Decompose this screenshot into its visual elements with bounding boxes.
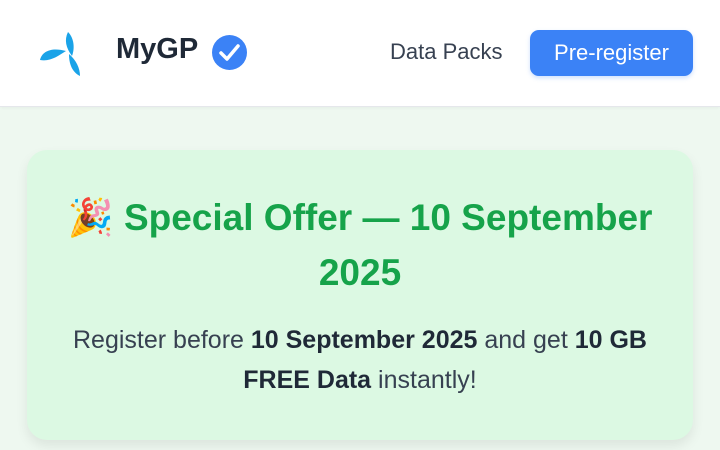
offer-title: 🎉 Special Offer — 10 September 2025	[57, 190, 663, 300]
offer-deadline: 10 September 2025	[250, 326, 478, 354]
offer-description: Register before 10 September 2025 and ge…	[67, 320, 653, 400]
special-offer-card: 🎉 Special Offer — 10 September 2025 Regi…	[27, 150, 693, 440]
nav-link-data-packs[interactable]: Data Packs	[390, 39, 503, 65]
offer-text-part: instantly!	[371, 366, 477, 394]
party-popper-icon: 🎉	[67, 196, 114, 239]
offer-text-part: Register before	[73, 326, 251, 354]
pre-register-button[interactable]: Pre-register	[530, 30, 693, 76]
logo[interactable]	[26, 20, 94, 88]
brand-name: MyGP	[116, 33, 199, 65]
top-header: MyGP Data Packs Pre-register	[0, 0, 720, 107]
offer-text-part: and get	[477, 326, 575, 354]
offer-title-text: Special Offer — 10 September 2025	[123, 197, 653, 293]
verified-check-icon	[212, 35, 247, 70]
grameenphone-logo-icon	[40, 32, 80, 76]
